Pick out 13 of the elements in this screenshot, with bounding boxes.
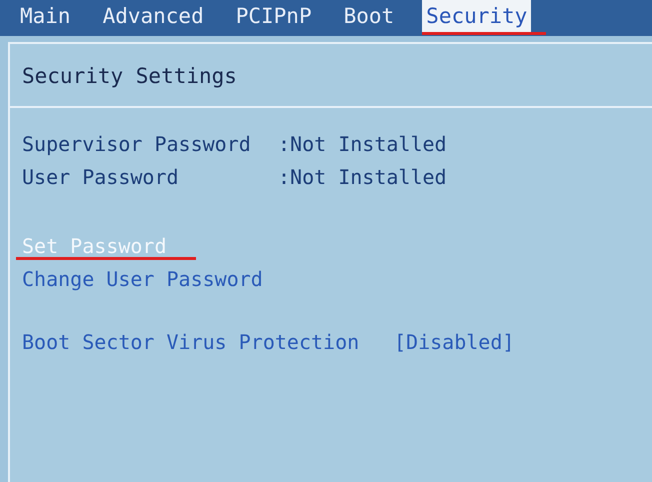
setting-label: Supervisor Password xyxy=(22,131,252,158)
panel-title: Security Settings xyxy=(22,64,238,88)
menu-tab[interactable]: Main xyxy=(16,0,75,32)
setting-value: :Not Installed xyxy=(278,164,447,191)
menu-item[interactable]: Change User Password xyxy=(22,267,263,291)
option-label[interactable]: Boot Sector Virus Protection xyxy=(22,326,394,359)
menu-tab[interactable]: PCIPnP xyxy=(232,0,316,32)
menu-tab[interactable]: Security xyxy=(422,0,532,32)
setting-value: :Not Installed xyxy=(278,131,447,158)
menu-tab[interactable]: Advanced xyxy=(98,0,208,32)
setting-label: User Password xyxy=(22,164,180,191)
option-value[interactable]: [Disabled] xyxy=(394,326,514,359)
menu-tab[interactable]: Boot xyxy=(340,0,398,32)
